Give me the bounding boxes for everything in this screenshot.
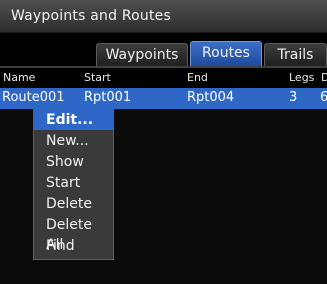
tab-strip: Waypoints Routes Trails — [0, 33, 327, 68]
title-bar: Waypoints and Routes — [0, 0, 327, 33]
menu-item-new[interactable]: New... — [34, 131, 113, 151]
table-body-left — [0, 109, 33, 284]
route-name-cell: Route001 — [2, 90, 65, 105]
waypoints-and-routes-window: Waypoints and Routes Waypoints Routes Tr… — [0, 0, 327, 284]
tab-waypoints[interactable]: Waypoints — [96, 43, 188, 66]
tab-routes[interactable]: Routes — [190, 41, 262, 66]
column-header-legs[interactable]: Legs — [289, 71, 314, 84]
tab-trails[interactable]: Trails — [264, 43, 327, 66]
window-title: Waypoints and Routes — [11, 8, 171, 24]
menu-item-edit[interactable]: Edit... — [34, 110, 113, 130]
route-start-cell: Rpt001 — [84, 90, 132, 105]
menu-item-show[interactable]: Show — [34, 152, 113, 172]
route-legs-cell: 3 — [289, 90, 298, 105]
menu-item-delete[interactable]: Delete — [34, 194, 113, 214]
route-end-cell: Rpt004 — [187, 90, 235, 105]
menu-item-delete-all[interactable]: Delete All — [34, 215, 113, 253]
menu-item-find[interactable]: Find — [34, 236, 113, 256]
column-header-start[interactable]: Start — [84, 71, 111, 84]
column-header-distance[interactable]: D — [321, 71, 327, 84]
table-row[interactable]: Route001 Rpt001 Rpt004 3 6 — [0, 88, 327, 109]
table-header: Name Start End Legs D — [0, 68, 327, 88]
context-menu: Edit... New... Show Start Delete Delete … — [33, 109, 114, 260]
route-distance-cell: 6 — [320, 90, 327, 105]
column-header-name[interactable]: Name — [3, 71, 35, 84]
menu-item-start[interactable]: Start — [34, 173, 113, 193]
column-header-end[interactable]: End — [187, 71, 208, 84]
